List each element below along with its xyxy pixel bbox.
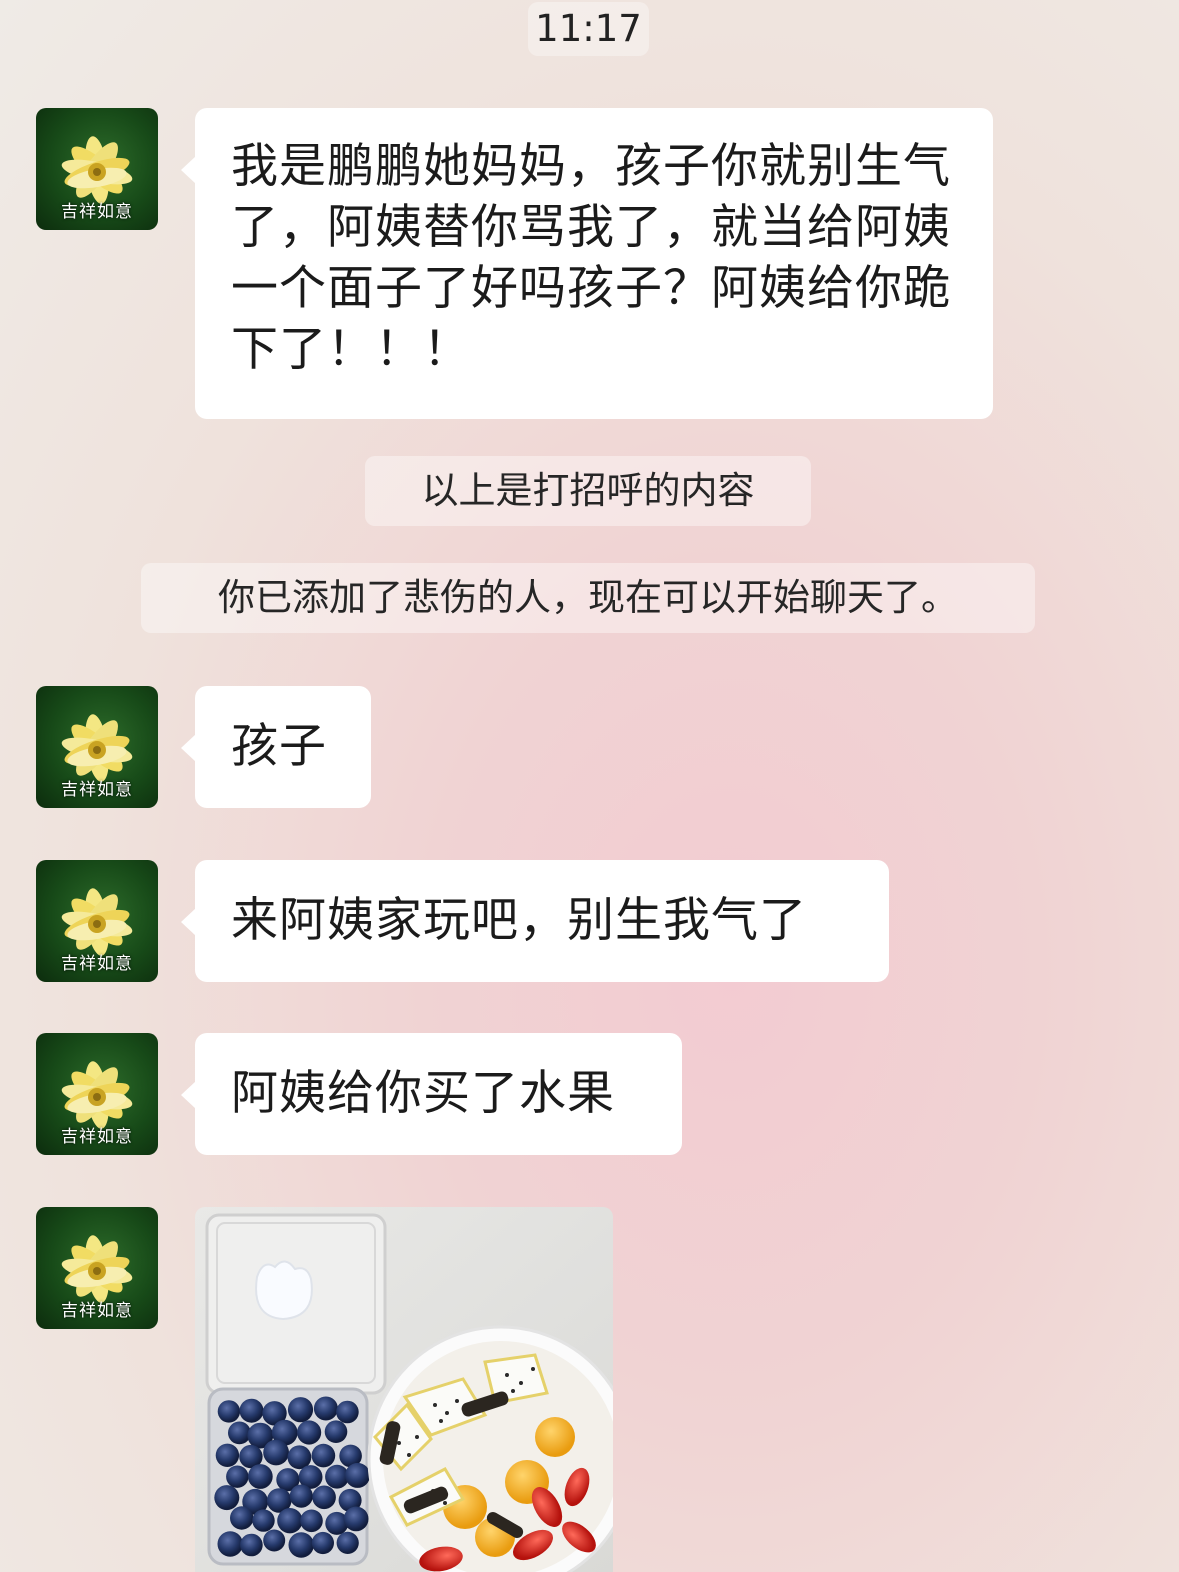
blueberry bbox=[324, 1420, 348, 1443]
blueberry bbox=[215, 1443, 240, 1467]
blueberry bbox=[345, 1462, 371, 1488]
fruit-photo-image bbox=[195, 1207, 613, 1572]
message-text: 孩子 bbox=[231, 719, 327, 774]
blueberry bbox=[287, 1397, 314, 1423]
contact-avatar[interactable]: 吉祥如意 bbox=[36, 1033, 158, 1155]
message-text: 我是鹏鹏她妈妈，孩子你就别生气了，阿姨替你骂我了，就当给阿姨一个面子了好吗孩子？… bbox=[231, 139, 951, 377]
blueberry bbox=[228, 1421, 251, 1445]
blueberry bbox=[263, 1439, 289, 1466]
blueberry bbox=[297, 1420, 322, 1445]
message-text: 来阿姨家玩吧，别生我气了 bbox=[231, 893, 807, 948]
avatar-caption: 吉祥如意 bbox=[61, 1301, 133, 1321]
system-note-added-friend: 你已添加了悲伤的人，现在可以开始聊天了。 bbox=[141, 563, 1035, 633]
fruit-photo-message[interactable] bbox=[195, 1207, 613, 1572]
avatar-caption: 吉祥如意 bbox=[61, 954, 133, 974]
blueberry bbox=[343, 1506, 369, 1532]
blueberry bbox=[217, 1400, 241, 1423]
chat-timestamp: 11:17 bbox=[528, 2, 649, 56]
blueberry bbox=[311, 1531, 334, 1555]
contact-avatar[interactable]: 吉祥如意 bbox=[36, 108, 158, 230]
blueberry bbox=[277, 1508, 303, 1534]
blueberry bbox=[289, 1484, 313, 1508]
blueberry bbox=[263, 1529, 286, 1552]
blueberry bbox=[300, 1509, 323, 1533]
blueberry bbox=[311, 1443, 336, 1468]
message-bubble[interactable]: 我是鹏鹏她妈妈，孩子你就别生气了，阿姨替你骂我了，就当给阿姨一个面子了好吗孩子？… bbox=[181, 108, 993, 419]
message-text: 阿姨给你买了水果 bbox=[231, 1066, 615, 1121]
system-note-greeting: 以上是打招呼的内容 bbox=[365, 456, 811, 526]
blueberry bbox=[288, 1532, 314, 1558]
contact-avatar[interactable]: 吉祥如意 bbox=[36, 1207, 158, 1329]
contact-avatar[interactable]: 吉祥如意 bbox=[36, 686, 158, 808]
message-bubble[interactable]: 来阿姨家玩吧，别生我气了 bbox=[181, 860, 889, 982]
avatar-caption: 吉祥如意 bbox=[61, 1127, 133, 1147]
avatar-caption: 吉祥如意 bbox=[61, 780, 133, 800]
blueberry bbox=[226, 1465, 249, 1488]
blueberry bbox=[313, 1396, 338, 1421]
contact-avatar[interactable]: 吉祥如意 bbox=[36, 860, 158, 982]
blueberry bbox=[217, 1531, 243, 1557]
blueberry bbox=[336, 1531, 359, 1554]
blueberry bbox=[230, 1506, 254, 1530]
blueberry bbox=[240, 1533, 263, 1557]
blueberry bbox=[312, 1485, 336, 1510]
message-bubble[interactable]: 孩子 bbox=[181, 686, 371, 808]
blueberry bbox=[336, 1400, 359, 1424]
avatar-caption: 吉祥如意 bbox=[61, 202, 133, 222]
blueberry bbox=[239, 1398, 264, 1423]
blueberry bbox=[247, 1464, 273, 1489]
blueberry bbox=[252, 1509, 275, 1532]
message-bubble[interactable]: 阿姨给你买了水果 bbox=[181, 1033, 682, 1155]
blueberry bbox=[214, 1485, 240, 1511]
